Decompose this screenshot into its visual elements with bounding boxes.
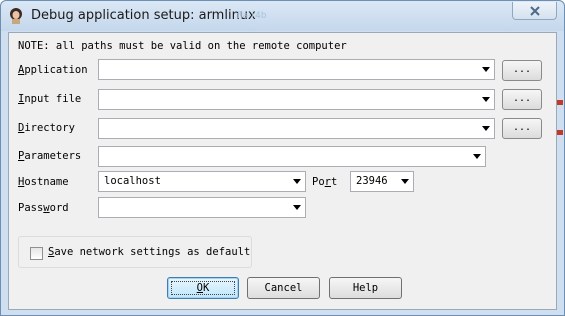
background-window-edge [557,100,563,105]
ok-button[interactable]: OK [167,277,239,299]
background-window-edge [557,130,563,135]
chevron-down-icon [482,97,490,102]
hostname-label: Hostname [18,176,69,188]
parameters-label: Parameters [18,150,82,162]
directory-browse-button[interactable]: ... [502,118,542,139]
chevron-down-icon [293,179,301,184]
close-button[interactable] [512,2,557,20]
input-file-combo[interactable] [98,89,495,110]
dialog-body: NOTE: all paths must be valid on the rem… [8,32,557,310]
focus-ring [171,281,235,295]
hostname-combo[interactable]: localhost [98,171,306,192]
password-combo[interactable] [98,197,306,218]
parameters-combo[interactable] [98,146,486,167]
chevron-down-icon [293,205,301,210]
port-label: Port [312,176,338,188]
help-button[interactable]: Help [329,277,402,299]
close-icon [530,6,540,16]
password-label: Password [18,202,69,214]
network-settings-group: Save network settings as default [18,236,252,268]
chevron-down-icon [473,154,481,159]
application-label: Application [18,64,88,76]
chevron-down-icon [482,126,490,131]
port-combo[interactable]: 23946 [350,171,414,192]
application-browse-button[interactable]: ... [502,60,542,81]
chevron-down-icon [401,179,409,184]
input-file-browse-button[interactable]: ... [502,89,542,110]
dialog-window: Debug application setup: armlinux fla-r4… [0,0,565,316]
save-settings-label[interactable]: Save network settings as default [48,246,250,258]
note-text: NOTE: all paths must be valid on the rem… [18,40,347,52]
hostname-value: localhost [104,175,161,187]
cancel-button[interactable]: Cancel [247,277,320,299]
application-combo[interactable] [98,59,495,80]
directory-label: Directory [18,122,75,134]
window-title-suffix: fla-r4b [237,11,267,21]
port-value: 23946 [356,175,388,187]
title-bar[interactable]: Debug application setup: armlinux fla-r4… [1,1,564,31]
chevron-down-icon [482,67,490,72]
app-icon [10,8,22,24]
save-settings-checkbox[interactable] [30,247,43,260]
input-file-label: Input file [18,93,82,105]
directory-combo[interactable] [98,118,495,139]
window-title: Debug application setup: armlinux [31,8,256,23]
